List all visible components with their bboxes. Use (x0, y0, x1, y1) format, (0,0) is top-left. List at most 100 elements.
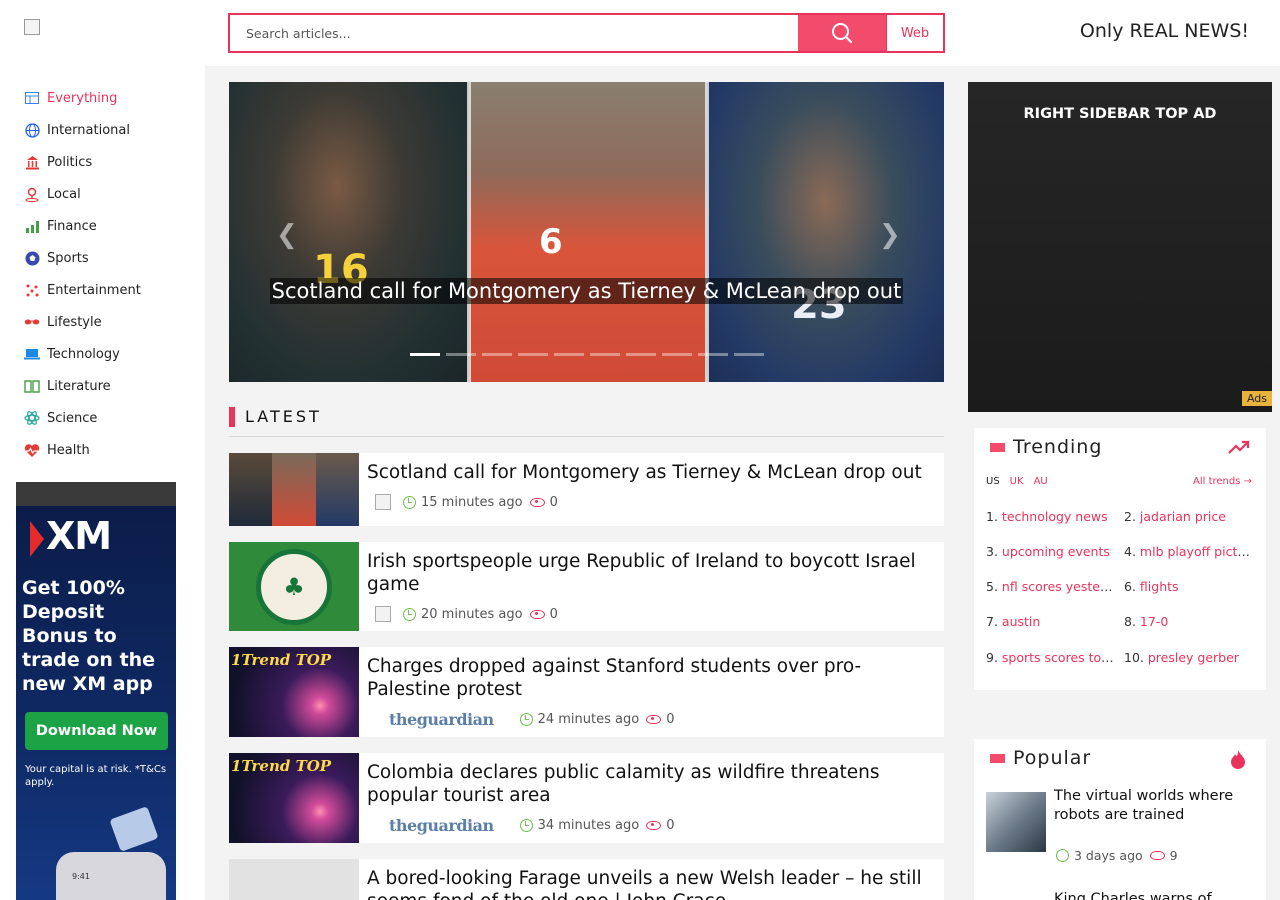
download-now-button[interactable]: Download Now (25, 712, 168, 750)
sidebar-item-finance[interactable]: Finance (24, 216, 97, 236)
article-card[interactable]: ♣ Irish sportspeople urge Republic of Ir… (229, 542, 944, 631)
article-title[interactable]: A bored-looking Farage unveils a new Wel… (367, 867, 927, 900)
sidebar-item-label: Finance (47, 218, 97, 234)
slide-dot[interactable] (482, 353, 512, 356)
article-thumbnail: 1Trend TOP (229, 647, 359, 737)
slide-dot[interactable] (698, 353, 728, 356)
article-meta: theguardian 24 minutes ago 0 (375, 710, 674, 729)
trend-item[interactable]: 6. flights (1124, 579, 1256, 594)
hero-caption[interactable]: Scotland call for Montgomery as Tierney … (229, 274, 944, 308)
slide-dot[interactable] (446, 353, 476, 356)
article-card[interactable]: A bored-looking Farage unveils a new Wel… (229, 859, 944, 900)
ad-phone-graphic: 9:41 (56, 852, 166, 900)
source-logo (375, 494, 391, 510)
web-search-toggle[interactable]: Web (886, 15, 943, 51)
tab-au[interactable]: AU (1034, 476, 1048, 487)
sidebar-item-label: Sports (47, 250, 89, 266)
all-trends-link[interactable]: All trends → (1193, 476, 1252, 487)
hero-slider[interactable]: 16 6 23 ❮ ❯ Scotland call for Montgomery… (229, 82, 944, 382)
article-card[interactable]: 1Trend TOP Charges dropped against Stanf… (229, 647, 944, 737)
left-sidebar-ad[interactable]: XM Get 100% Deposit Bonus to trade on th… (16, 482, 176, 900)
article-meta: theguardian 34 minutes ago 0 (375, 816, 674, 835)
sidebar-item-lifestyle[interactable]: Lifestyle (24, 312, 102, 332)
trend-item[interactable]: 9. sports scores today (986, 650, 1114, 665)
article-time: 34 minutes ago (537, 818, 640, 833)
popular-title[interactable]: King Charles warns of (1054, 891, 1212, 900)
slide-dot[interactable] (590, 353, 620, 356)
sidebar-item-international[interactable]: International (24, 120, 130, 140)
article-meta: 20 minutes ago 0 (375, 606, 558, 622)
eye-icon (646, 821, 662, 830)
popular-thumbnail[interactable] (986, 792, 1046, 852)
slide-dot[interactable] (662, 353, 692, 356)
slide-dot[interactable] (734, 353, 764, 356)
article-title[interactable]: Irish sportspeople urge Republic of Irel… (367, 550, 927, 596)
slide-dot[interactable] (554, 353, 584, 356)
guardian-logo: theguardian (389, 816, 494, 835)
heading-accent-bar (229, 407, 235, 427)
right-sidebar-ad[interactable]: RIGHT SIDEBAR TOP AD Ads (968, 82, 1272, 412)
article-card[interactable]: Scotland call for Montgomery as Tierney … (229, 453, 944, 526)
sidebar-item-label: Local (47, 186, 81, 202)
search-input[interactable] (230, 15, 798, 51)
trend-item[interactable]: 5. nfl scores yesterday (986, 579, 1114, 594)
sidebar-item-science[interactable]: Science (24, 408, 97, 428)
sidebar-item-everything[interactable]: Everything (24, 88, 117, 108)
heartbeat-icon (24, 442, 40, 458)
popular-meta: 3 days ago 9 (1056, 848, 1178, 863)
ad-disclaimer: Your capital is at risk. *T&Cs apply. (25, 764, 167, 788)
sidebar-item-technology[interactable]: Technology (24, 344, 120, 364)
sidebar-item-literature[interactable]: Literature (24, 376, 111, 396)
sidebar-item-label: Literature (47, 378, 111, 394)
prev-slide-icon[interactable]: ❮ (276, 220, 298, 250)
slide-dot[interactable] (410, 353, 440, 356)
tab-uk[interactable]: UK (1010, 476, 1024, 487)
trend-item[interactable]: 4. mlb playoff picture (1124, 544, 1256, 559)
sunglasses-icon (24, 314, 40, 330)
clock-icon (403, 607, 416, 621)
sidebar-item-health[interactable]: Health (24, 440, 90, 460)
trend-item[interactable]: 1. technology news (986, 509, 1114, 524)
trend-item[interactable]: 7. austin (986, 614, 1114, 629)
location-pin-icon (24, 186, 40, 202)
eye-icon (529, 609, 545, 619)
slide-dot[interactable] (518, 353, 548, 356)
trend-item[interactable]: 8. 17-0 (1124, 614, 1256, 629)
trend-item[interactable]: 2. jadarian price (1124, 509, 1256, 524)
sidebar-item-politics[interactable]: Politics (24, 152, 92, 172)
article-title[interactable]: Colombia declares public calamity as wil… (367, 761, 927, 807)
popular-title[interactable]: The virtual worlds where robots are trai… (1054, 787, 1254, 825)
clock-icon (403, 495, 416, 509)
tab-us[interactable]: US (986, 476, 1000, 487)
article-views: 0 (549, 606, 558, 622)
search-icon (832, 23, 853, 44)
article-title[interactable]: Scotland call for Montgomery as Tierney … (367, 461, 927, 484)
eye-icon (646, 715, 662, 724)
popular-heading: Popular (990, 747, 1091, 769)
grid-icon (24, 90, 40, 106)
popular-card: Popular The virtual worlds where robots … (974, 739, 1266, 900)
trend-item[interactable]: 10. presley gerber (1124, 650, 1256, 665)
article-time: 20 minutes ago (421, 606, 523, 622)
trend-item[interactable]: 3. upcoming events (986, 544, 1114, 559)
sidebar-item-entertainment[interactable]: Entertainment (24, 280, 141, 300)
clock-icon (519, 819, 533, 832)
slide-dot[interactable] (626, 353, 656, 356)
region-tabs: US UK AU (986, 476, 1048, 487)
site-logo[interactable] (24, 19, 40, 35)
slide-indicators (410, 353, 764, 356)
sidebar-item-sports[interactable]: Sports (24, 248, 89, 268)
article-views: 0 (666, 818, 675, 833)
article-card[interactable]: 1Trend TOP Colombia declares public cala… (229, 753, 944, 843)
sidebar-item-label: Technology (47, 346, 120, 362)
search-button[interactable] (798, 15, 886, 51)
next-slide-icon[interactable]: ❯ (879, 220, 901, 250)
article-title[interactable]: Charges dropped against Stanford student… (367, 655, 927, 701)
atom-icon (24, 410, 40, 426)
globe-icon (24, 122, 40, 138)
article-thumbnail: ♣ (229, 542, 359, 631)
sidebar-item-local[interactable]: Local (24, 184, 81, 204)
sidebar-item-label: International (47, 122, 130, 138)
article-views: 0 (666, 712, 675, 727)
hero-image-panel: 23 (707, 82, 944, 382)
